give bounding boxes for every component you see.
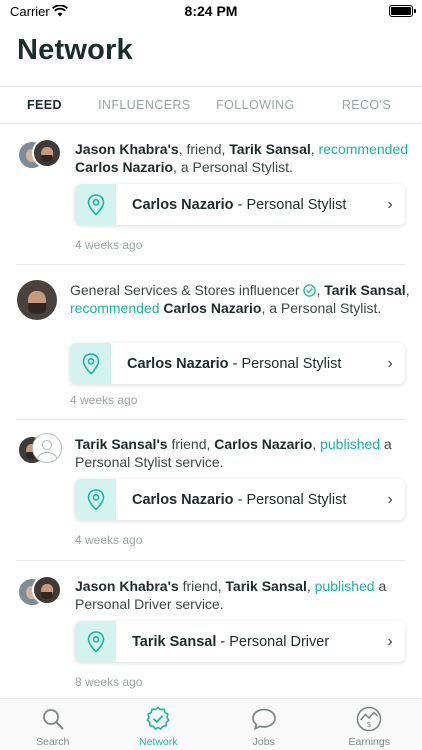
chevron-right-icon: › <box>387 195 393 213</box>
nav-label: Jobs <box>252 736 275 748</box>
chevron-right-icon: › <box>387 632 393 650</box>
avatar <box>32 138 62 168</box>
bottom-tab-bar: Search Network Jobs $ Earnings <box>0 698 422 750</box>
nav-label: Earnings <box>348 736 390 748</box>
nav-earnings[interactable]: $ Earnings <box>317 699 422 750</box>
avatar-group <box>17 138 63 172</box>
verified-icon <box>303 284 317 297</box>
tab-following[interactable]: FOLLOWING <box>200 87 311 123</box>
provider-card-label: Carlos Nazario - Personal Stylist <box>132 491 347 508</box>
status-bar: Carrier 8:24 PM <box>0 0 422 24</box>
tab-feed[interactable]: FEED <box>0 87 89 123</box>
earnings-icon: $ <box>356 706 382 732</box>
svg-text:$: $ <box>367 720 372 729</box>
nav-jobs[interactable]: Jobs <box>211 699 317 750</box>
nav-search[interactable]: Search <box>0 699 106 750</box>
tab-bar: FEED INFLUENCERS FOLLOWING RECO'S <box>0 86 422 124</box>
avatar <box>32 575 62 605</box>
feed-item-text: Tarik Sansal's friend, Carlos Nazario, p… <box>75 436 392 470</box>
clock: 8:24 PM <box>184 3 238 19</box>
avatar <box>17 280 57 320</box>
chat-bubble-icon <box>251 706 277 732</box>
location-pin-icon <box>75 479 116 520</box>
timestamp: 4 weeks ago <box>75 238 143 252</box>
location-pin-icon <box>75 621 116 662</box>
feed-item: General Services & Stores influencer , T… <box>0 265 422 420</box>
avatar-group <box>17 433 63 467</box>
feed-item-text: Jason Khabra's, friend, Tarik Sansal, re… <box>75 141 409 175</box>
provider-card-label: Tarik Sansal - Personal Driver <box>132 633 330 650</box>
provider-card-label: Carlos Nazario - Personal Stylist <box>127 355 342 372</box>
tab-recos[interactable]: RECO'S <box>311 87 422 123</box>
feed-item: Jason Khabra's, friend, Tarik Sansal, re… <box>0 125 422 265</box>
page-title: Network <box>17 34 133 66</box>
provider-card[interactable]: Carlos Nazario - Personal Stylist › <box>75 184 405 225</box>
network-badge-icon <box>145 706 171 732</box>
timestamp: 4 weeks ago <box>75 533 143 547</box>
nav-label: Network <box>138 736 178 748</box>
feed-item: Jason Khabra's friend, Tarik Sansal, pub… <box>0 561 422 701</box>
provider-card-label: Carlos Nazario - Personal Stylist <box>132 196 347 213</box>
feed-item-text: Jason Khabra's friend, Tarik Sansal, pub… <box>75 578 387 612</box>
nav-label: Search <box>36 736 70 748</box>
chevron-right-icon: › <box>387 490 393 508</box>
nav-network[interactable]: Network <box>106 699 212 750</box>
location-pin-icon <box>75 184 116 225</box>
avatar-placeholder-icon <box>32 433 62 463</box>
provider-card[interactable]: Carlos Nazario - Personal Stylist › <box>75 479 405 520</box>
timestamp: 8 weeks ago <box>75 675 143 689</box>
timestamp: 4 weeks ago <box>70 393 138 407</box>
feed-item-text: General Services & Stores influencer , T… <box>70 282 410 316</box>
tab-influencers[interactable]: INFLUENCERS <box>89 87 200 123</box>
search-icon <box>40 706 66 732</box>
avatar-group <box>17 575 63 609</box>
provider-card[interactable]: Carlos Nazario - Personal Stylist › <box>70 343 405 384</box>
provider-card[interactable]: Tarik Sansal - Personal Driver › <box>75 621 405 662</box>
battery-icon <box>389 5 416 17</box>
chevron-right-icon: › <box>387 354 393 372</box>
feed-item: Tarik Sansal's friend, Carlos Nazario, p… <box>0 420 422 560</box>
location-pin-icon <box>70 343 111 384</box>
